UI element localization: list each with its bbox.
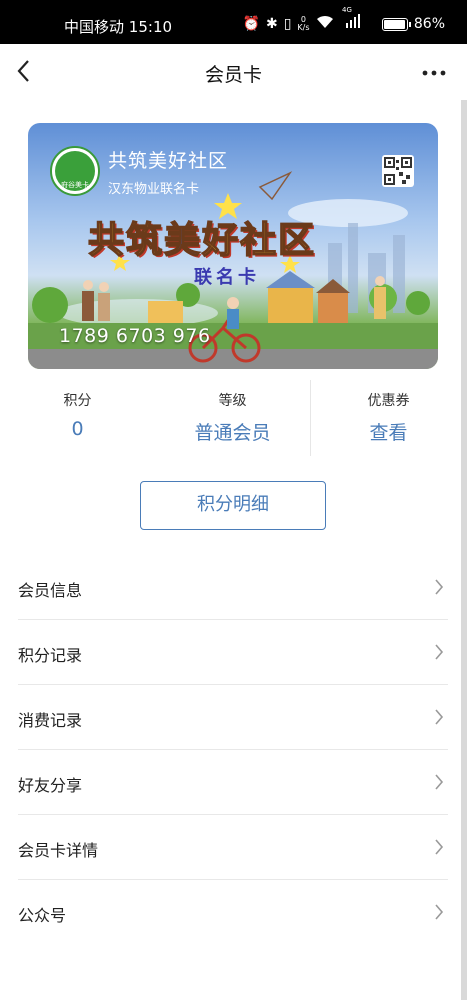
carrier-name: 中国移动 <box>64 18 125 36</box>
logo-text: 府谷美卡 <box>61 181 89 189</box>
menu-list: 会员信息 积分记录 消费记录 好友分享 会员卡详情 公众号 <box>18 555 448 945</box>
card-org-name: 共筑美好社区 <box>108 150 229 172</box>
menu-item-label: 公众号 <box>18 906 67 925</box>
menu-item-points-records[interactable]: 积分记录 <box>18 620 448 685</box>
banner-title-part-3: 好社区 <box>201 219 317 262</box>
stat-coupons-value[interactable]: 查看 <box>311 418 466 445</box>
wifi-icon <box>316 15 334 33</box>
menu-item-share-friends[interactable]: 好友分享 <box>18 750 448 815</box>
scrollbar[interactable] <box>461 100 467 1000</box>
status-bar: 中国移动 15:10 ⏰ ✱ ▯ 0 K/s 4G 86% <box>0 0 467 44</box>
stat-coupons-label: 优惠券 <box>367 393 410 409</box>
status-left: 中国移动 15:10 <box>64 0 172 44</box>
member-card[interactable]: 府谷美卡 共筑美好社区 汉东物业联名卡 共筑美好社区 联名卡 1789 6703… <box>28 123 438 369</box>
stat-points[interactable]: 积分 0 <box>0 380 155 456</box>
stat-points-value: 0 <box>71 418 84 440</box>
chevron-right-icon <box>435 904 444 920</box>
stat-coupons[interactable]: 优惠券 查看 <box>311 380 466 456</box>
card-banner-title: 共筑美好社区 <box>87 211 317 263</box>
battery-percent: 86% <box>413 16 445 32</box>
more-dots-icon[interactable] <box>421 64 447 76</box>
qr-code-icon[interactable] <box>382 155 414 187</box>
stat-level-value: 普通会员 <box>194 422 271 444</box>
member-stats: 积分 0 等级 普通会员 优惠券 查看 <box>0 380 467 456</box>
chevron-right-icon <box>435 644 444 660</box>
chevron-right-icon <box>435 839 444 855</box>
battery-icon <box>381 17 411 31</box>
points-detail-button[interactable]: 积分明细 <box>140 481 326 530</box>
menu-item-consumption-records[interactable]: 消费记录 <box>18 685 448 750</box>
menu-item-label: 好友分享 <box>18 776 83 795</box>
status-right: ⏰ ✱ ▯ 0 K/s 4G 86% <box>242 6 445 34</box>
alarm-icon: ⏰ <box>242 16 260 32</box>
nav-bar: 会员卡 <box>0 44 467 100</box>
stat-points-label: 积分 <box>63 393 92 409</box>
menu-item-member-info[interactable]: 会员信息 <box>18 555 448 620</box>
card-number: 1789 6703 976 <box>59 325 211 347</box>
network-type: 4G <box>341 6 352 14</box>
chevron-right-icon <box>435 709 444 725</box>
stat-level[interactable]: 等级 普通会员 <box>155 380 310 456</box>
menu-item-official-account[interactable]: 公众号 <box>18 880 448 945</box>
menu-item-label: 消费记录 <box>18 711 83 730</box>
card-banner-label: 联名卡 <box>194 267 260 288</box>
page-title: 会员卡 <box>204 64 262 86</box>
banner-title-part-1: 共筑 <box>87 219 165 262</box>
stat-level-label: 等级 <box>218 393 247 409</box>
chevron-right-icon <box>435 774 444 790</box>
bluetooth-icon: ✱ <box>265 16 278 32</box>
menu-item-card-details[interactable]: 会员卡详情 <box>18 815 448 880</box>
signal-icon: 4G <box>340 6 376 34</box>
card-logo: 府谷美卡 <box>50 146 100 196</box>
menu-item-label: 会员信息 <box>18 581 83 600</box>
net-speed-unit: K/s <box>297 23 310 32</box>
banner-title-part-2: 美 <box>163 219 203 262</box>
card-subtitle: 汉东物业联名卡 <box>108 182 200 197</box>
menu-item-label: 积分记录 <box>18 646 83 665</box>
menu-item-label: 会员卡详情 <box>18 841 99 860</box>
vibrate-icon: ▯ <box>283 16 292 32</box>
clock: 15:10 <box>128 18 173 36</box>
net-speed: 0 K/s <box>297 16 309 32</box>
chevron-right-icon <box>435 579 444 595</box>
